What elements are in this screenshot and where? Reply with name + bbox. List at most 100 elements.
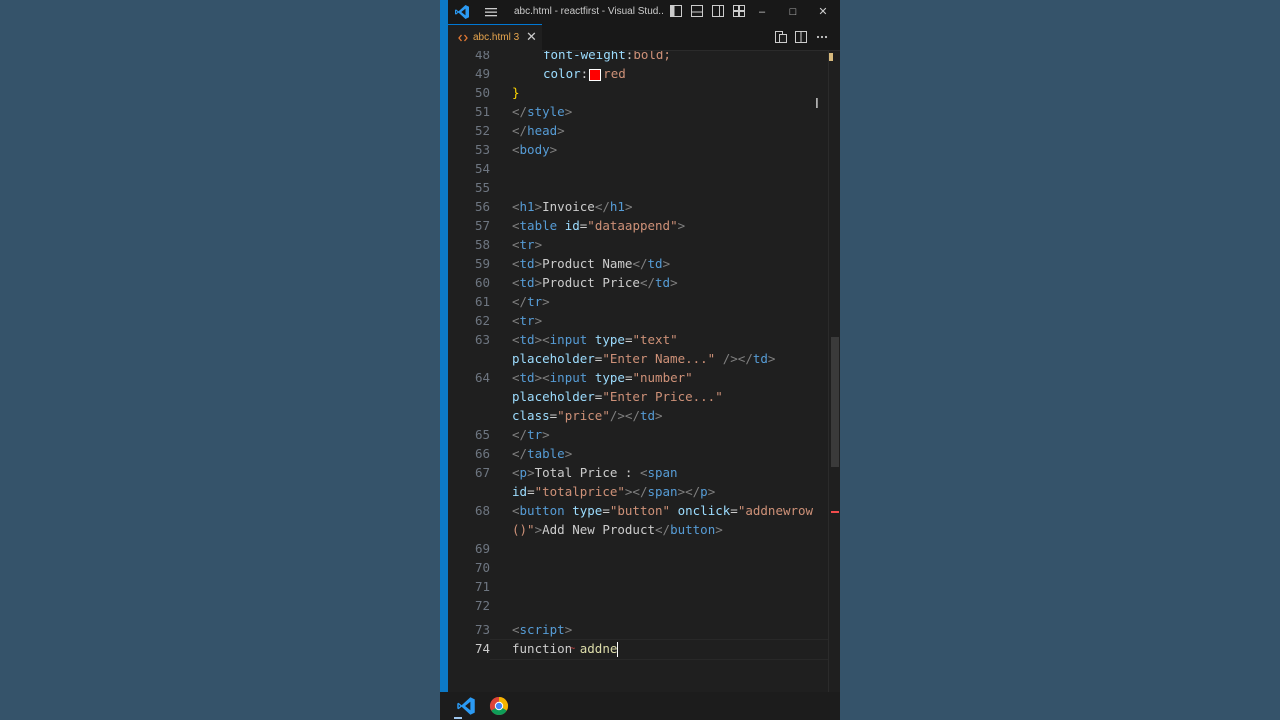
code-text: }	[512, 83, 520, 102]
line-number: 49	[474, 66, 490, 81]
line-number: 66	[474, 446, 490, 461]
attr-name: type	[572, 503, 603, 518]
code-line-60: 60 <td>Product Price</td>	[448, 273, 828, 292]
bracket: >	[767, 351, 776, 366]
open-changes-icon[interactable]	[775, 31, 787, 43]
split-editor-icon[interactable]	[795, 31, 807, 43]
scrollbar-thumb[interactable]	[831, 337, 839, 467]
keyword: function	[512, 641, 573, 656]
code-line-49: 49 color: red	[448, 64, 828, 83]
toggle-panel-icon[interactable]	[691, 5, 703, 17]
bracket: >	[662, 256, 671, 271]
scrollbar-marker	[829, 53, 833, 61]
code-line-52: 52 </head>	[448, 121, 828, 140]
attr-value: ()"	[512, 522, 535, 537]
bracket: >	[542, 427, 550, 442]
bracket: ></	[624, 484, 648, 499]
attr-name: type	[594, 370, 625, 385]
attr-name: onclick	[677, 503, 731, 518]
close-window-button[interactable]: ✕	[815, 4, 831, 20]
taskbar-active-indicator	[454, 717, 462, 719]
chrome-taskbar-icon[interactable]	[489, 696, 509, 716]
code-text: </head>	[512, 121, 565, 140]
text-content: Add New Product	[542, 522, 655, 537]
code-line-59: 59 <td>Product Name</td>	[448, 254, 828, 273]
scrollbar-error-marker	[831, 511, 839, 513]
color-swatch-icon[interactable]	[589, 68, 602, 81]
code-line-65: 65 </tr>	[448, 425, 828, 444]
tag-name: span	[647, 465, 678, 480]
text-cursor	[617, 642, 619, 657]
attr-value: "dataappend"	[587, 218, 678, 233]
code-text: function addne	[512, 639, 619, 658]
bracket: <	[512, 622, 520, 637]
hamburger-menu-icon[interactable]	[484, 5, 498, 19]
code-line-48: 48 font-weight:bold;	[448, 51, 828, 64]
desktop-background-right	[840, 0, 1280, 720]
bracket: >	[670, 275, 678, 290]
tag-name: button	[519, 503, 565, 518]
line-number: 57	[474, 218, 490, 233]
line-number: 74	[474, 641, 490, 656]
css-value: red	[603, 66, 626, 81]
tag-name: body	[519, 142, 550, 157]
tab-close-icon[interactable]: ✕	[526, 29, 537, 45]
line-number: 58	[474, 237, 490, 252]
bracket: >	[534, 522, 543, 537]
code-editor[interactable]: 48 font-weight:bold; 49 color: red 50 } 5…	[448, 51, 840, 692]
attr-value: "button"	[609, 503, 671, 518]
css-property: font-weight	[543, 51, 626, 62]
code-text: <tr>	[512, 235, 542, 254]
bracket: >	[542, 294, 550, 309]
brace: }	[512, 85, 520, 100]
more-actions-icon[interactable]	[816, 31, 828, 43]
tab-abc-html[interactable]: abc.html 3 ✕	[448, 24, 542, 51]
bracket: <	[512, 218, 520, 233]
bracket: </	[512, 123, 528, 138]
line-number: 68	[474, 503, 490, 518]
line-number: 53	[474, 142, 490, 157]
customize-layout-icon[interactable]	[733, 5, 745, 17]
vscode-icon[interactable]	[454, 4, 470, 20]
tag-name: style	[527, 104, 565, 119]
tag-name: head	[527, 123, 558, 138]
attr-name: placeholder	[512, 351, 595, 366]
toggle-secondary-sidebar-icon[interactable]	[712, 5, 724, 17]
line-number: 55	[474, 180, 490, 195]
bracket: />	[609, 408, 625, 423]
line-number: 70	[474, 560, 490, 575]
vertical-scrollbar[interactable]	[828, 51, 840, 692]
tag-name: table	[519, 218, 558, 233]
tag-name: button	[670, 522, 716, 537]
tag-name: input	[549, 332, 588, 347]
bracket: >	[534, 313, 543, 328]
bracket: >	[677, 218, 686, 233]
toggle-primary-sidebar-icon[interactable]	[670, 5, 682, 17]
code-line-50: 50 }	[448, 83, 828, 102]
code-line-61: 61 </tr>	[448, 292, 828, 311]
code-line-66: 66 </table>	[448, 444, 828, 463]
bracket: <	[512, 465, 520, 480]
code-text: <td>Product Price</td>	[512, 273, 678, 292]
code-line-63: 63 <td><input type="text"	[448, 330, 828, 349]
code-line-56: 56 <h1>Invoice</h1>	[448, 197, 828, 216]
bracket: <	[512, 237, 520, 252]
desktop-edge	[440, 0, 448, 692]
code-text: color: red	[543, 64, 626, 83]
line-number: 72	[474, 598, 490, 613]
code-line-53: 53 <body>	[448, 140, 828, 159]
minimize-button[interactable]: –	[754, 4, 770, 20]
tag-name: td	[519, 256, 535, 271]
vscode-taskbar-icon[interactable]	[456, 696, 476, 716]
bracket: >	[707, 484, 716, 499]
equals: =	[730, 503, 738, 518]
code-text: </tr>	[512, 292, 550, 311]
tag-name: script	[519, 622, 565, 637]
tag-name: tr	[527, 294, 543, 309]
bracket: >	[557, 123, 565, 138]
maximize-button[interactable]: □	[785, 4, 801, 20]
code-text: <tr>	[512, 311, 542, 330]
attr-value: "Enter Price..."	[602, 389, 723, 404]
line-number: 54	[474, 161, 490, 176]
bracket: >	[564, 446, 573, 461]
